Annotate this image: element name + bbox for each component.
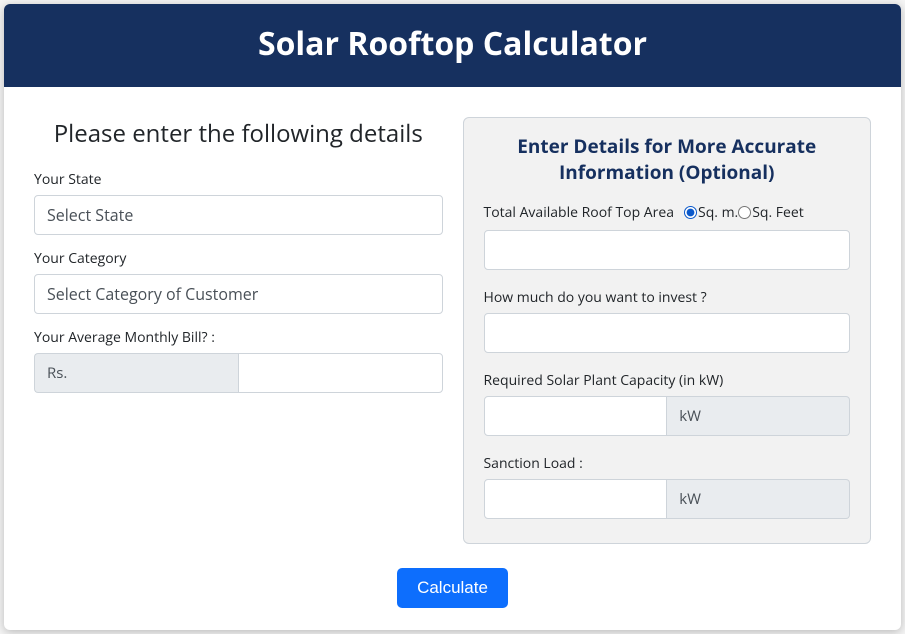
capacity-group: Required Solar Plant Capacity (in kW) kW — [484, 371, 851, 436]
category-select[interactable]: Select Category of Customer — [34, 274, 443, 314]
category-select-placeholder: Select Category of Customer — [47, 283, 258, 305]
roof-area-input[interactable] — [484, 230, 851, 270]
bill-input[interactable] — [238, 353, 443, 393]
invest-group: How much do you want to invest ? — [484, 288, 851, 353]
required-details-section: Please enter the following details Your … — [34, 117, 443, 544]
roof-area-label: Total Available Roof Top Area — [484, 203, 675, 222]
bill-group: Your Average Monthly Bill? Rs. — [34, 328, 443, 393]
bill-label: Your Average Monthly Bill? — [34, 328, 443, 347]
unit-sqft-label: Sq. Feet — [752, 203, 804, 222]
page-title: Solar Rooftop Calculator — [14, 22, 891, 65]
sanction-input-group: kW — [484, 479, 851, 519]
optional-details-section: Enter Details for More Accurate Informat… — [463, 117, 872, 544]
invest-label: How much do you want to invest ? — [484, 288, 851, 307]
capacity-unit-suffix: kW — [667, 396, 850, 436]
unit-sqm-label: Sq. m. — [698, 203, 738, 222]
category-group: Your Category Select Category of Custome… — [34, 249, 443, 314]
roof-area-group: Total Available Roof Top Area Sq. m. Sq.… — [484, 203, 851, 270]
bill-currency-prefix: Rs. — [34, 353, 238, 393]
unit-sqft-option[interactable]: Sq. Feet — [738, 203, 804, 222]
calculator-card: Solar Rooftop Calculator Please enter th… — [4, 4, 901, 630]
capacity-label: Required Solar Plant Capacity (in kW) — [484, 371, 851, 390]
unit-sqm-option[interactable]: Sq. m. — [684, 203, 738, 222]
state-group: Your State Select State — [34, 170, 443, 235]
roof-area-label-row: Total Available Roof Top Area Sq. m. Sq.… — [484, 203, 851, 222]
sanction-unit-suffix: kW — [667, 479, 850, 519]
calculate-button[interactable]: Calculate — [397, 568, 508, 608]
invest-input[interactable] — [484, 313, 851, 353]
unit-sqm-radio[interactable] — [684, 206, 697, 219]
capacity-input-group: kW — [484, 396, 851, 436]
state-select[interactable]: Select State — [34, 195, 443, 235]
form-body: Please enter the following details Your … — [4, 87, 901, 554]
sanction-label: Sanction Load : — [484, 454, 851, 473]
state-select-placeholder: Select State — [47, 204, 133, 226]
category-label: Your Category — [34, 249, 443, 268]
sanction-input[interactable] — [484, 479, 668, 519]
sanction-group: Sanction Load : kW — [484, 454, 851, 519]
header: Solar Rooftop Calculator — [4, 4, 901, 87]
optional-panel: Enter Details for More Accurate Informat… — [463, 117, 872, 544]
state-label: Your State — [34, 170, 443, 189]
required-section-title: Please enter the following details — [34, 117, 443, 150]
unit-sqft-radio[interactable] — [738, 206, 751, 219]
capacity-input[interactable] — [484, 396, 668, 436]
footer: Calculate — [4, 554, 901, 630]
optional-panel-title: Enter Details for More Accurate Informat… — [484, 134, 851, 185]
bill-input-group: Rs. — [34, 353, 443, 393]
